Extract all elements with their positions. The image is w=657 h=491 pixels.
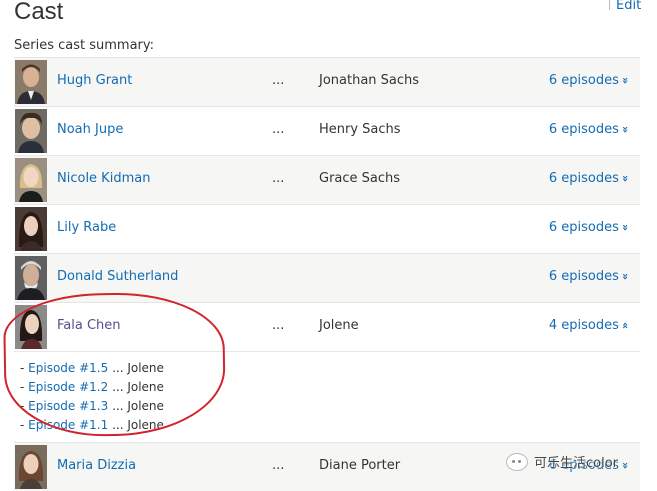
actor-photo[interactable]	[15, 158, 47, 202]
cast-separator: ...	[272, 73, 285, 88]
episode-character: Jolene	[127, 380, 164, 394]
character-name: Jolene	[319, 318, 359, 333]
episode-link[interactable]: Episode #1.3	[28, 399, 108, 413]
watermark-text: 可乐生活color	[534, 456, 619, 471]
list-item: - Episode #1.1 ... Jolene	[20, 418, 164, 432]
actor-photo[interactable]	[15, 207, 47, 251]
cast-separator: ...	[272, 318, 285, 333]
cast-table: Hugh Grant ... Jonathan Sachs 6 episodes…	[14, 57, 640, 491]
cast-summary-label: Series cast summary:	[14, 38, 155, 53]
actor-photo[interactable]	[15, 445, 47, 489]
list-item: - Episode #1.2 ... Jolene	[20, 380, 164, 394]
edit-divider	[609, 0, 610, 10]
episode-character: Jolene	[127, 399, 164, 413]
chevron-double-down-icon: »	[618, 76, 632, 85]
list-item: - Episode #1.3 ... Jolene	[20, 399, 164, 413]
actor-name-link[interactable]: Fala Chen	[57, 318, 121, 333]
character-name: Henry Sachs	[319, 122, 401, 137]
chevron-double-down-icon: »	[618, 174, 632, 183]
episodes-toggle[interactable]: 6 episodes»	[548, 220, 632, 235]
list-bullet: -	[20, 418, 29, 432]
episodes-count: 6 episodes	[548, 220, 619, 235]
episode-separator: ...	[108, 418, 128, 432]
actor-name-link[interactable]: Noah Jupe	[57, 122, 123, 137]
chevron-double-up-icon: «	[618, 321, 632, 330]
episode-separator: ...	[108, 361, 128, 375]
episode-list: - Episode #1.5 ... Jolene - Episode #1.2…	[14, 351, 640, 442]
cast-row: Donald Sutherland 6 episodes»	[14, 253, 640, 302]
episodes-toggle[interactable]: 6 episodes»	[548, 122, 632, 137]
episodes-count: 6 episodes	[548, 269, 619, 284]
actor-photo[interactable]	[15, 256, 47, 300]
watermark: 可乐生活color	[506, 452, 618, 471]
actor-name-link[interactable]: Lily Rabe	[57, 220, 116, 235]
actor-name-link[interactable]: Nicole Kidman	[57, 171, 150, 186]
actor-name-link[interactable]: Maria Dizzia	[57, 458, 136, 473]
episode-separator: ...	[108, 399, 128, 413]
actor-name-link[interactable]: Donald Sutherland	[57, 269, 178, 284]
actor-photo[interactable]	[15, 109, 47, 153]
episodes-count: 6 episodes	[548, 122, 619, 137]
chevron-double-down-icon: »	[618, 272, 632, 281]
chevron-double-down-icon: »	[618, 461, 632, 470]
cast-row: Noah Jupe ... Henry Sachs 6 episodes»	[14, 106, 640, 155]
episodes-toggle[interactable]: 4 episodes«	[548, 318, 632, 333]
episodes-count: 4 episodes	[548, 318, 619, 333]
episodes-count: 6 episodes	[548, 171, 619, 186]
episodes-toggle[interactable]: 6 episodes»	[548, 73, 632, 88]
cast-separator: ...	[272, 458, 285, 473]
list-bullet: -	[20, 380, 29, 394]
episodes-count: 6 episodes	[548, 73, 619, 88]
episode-link[interactable]: Episode #1.1	[28, 418, 108, 432]
cast-separator: ...	[272, 171, 285, 186]
cast-row: Fala Chen ... Jolene 4 episodes«	[14, 302, 640, 351]
episodes-toggle[interactable]: 6 episodes»	[548, 171, 632, 186]
actor-name-link[interactable]: Hugh Grant	[57, 73, 132, 88]
episode-link[interactable]: Episode #1.2	[28, 380, 108, 394]
episode-link[interactable]: Episode #1.5	[28, 361, 108, 375]
episodes-toggle[interactable]: 6 episodes»	[548, 269, 632, 284]
cast-row: Lily Rabe 6 episodes»	[14, 204, 640, 253]
chevron-double-down-icon: »	[618, 223, 632, 232]
chat-bubble-icon	[506, 452, 528, 471]
actor-photo[interactable]	[15, 305, 47, 349]
cast-separator: ...	[272, 122, 285, 137]
character-name: Jonathan Sachs	[319, 73, 420, 88]
episode-character: Jolene	[127, 418, 164, 432]
list-bullet: -	[20, 399, 29, 413]
chevron-double-down-icon: »	[618, 125, 632, 134]
character-name: Grace Sachs	[319, 171, 401, 186]
cast-row: Hugh Grant ... Jonathan Sachs 6 episodes…	[14, 57, 640, 106]
episode-separator: ...	[108, 380, 128, 394]
actor-photo[interactable]	[15, 60, 47, 104]
list-item: - Episode #1.5 ... Jolene	[20, 361, 164, 375]
list-bullet: -	[20, 361, 29, 375]
page-title: Cast	[14, 0, 64, 25]
edit-link[interactable]: Edit	[616, 0, 641, 13]
cast-row: Nicole Kidman ... Grace Sachs 6 episodes…	[14, 155, 640, 204]
episode-character: Jolene	[127, 361, 164, 375]
character-name: Diane Porter	[319, 458, 401, 473]
